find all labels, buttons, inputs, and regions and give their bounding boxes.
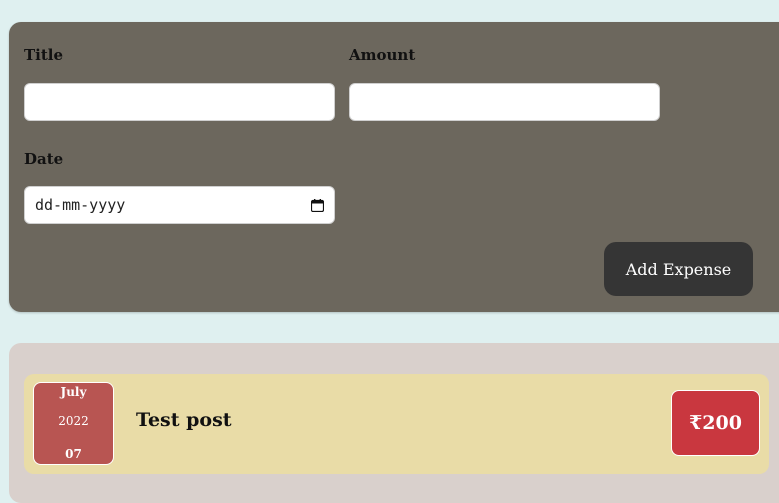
- calendar-icon[interactable]: [311, 198, 324, 212]
- title-input[interactable]: [24, 83, 335, 121]
- date-input[interactable]: dd-mm-yyyy: [24, 186, 335, 224]
- expenses-list: July 2022 07 Test post ₹200: [9, 343, 779, 503]
- expense-amount-badge: ₹200: [671, 390, 760, 456]
- expense-date-day: 07: [65, 447, 82, 461]
- add-expense-button[interactable]: Add Expense: [604, 242, 753, 296]
- expense-title: Test post: [136, 409, 232, 431]
- expense-date-year: 2022: [58, 414, 89, 428]
- amount-label: Amount: [349, 46, 416, 64]
- expense-date: July 2022 07: [33, 382, 114, 465]
- title-label: Title: [24, 46, 64, 64]
- expense-item[interactable]: July 2022 07 Test post ₹200: [24, 374, 769, 474]
- date-label: Date: [24, 150, 64, 168]
- amount-input[interactable]: [349, 83, 660, 121]
- new-expense-form: Title Amount Date dd-mm-yyyy Add Expense: [9, 22, 779, 312]
- date-placeholder: dd-mm-yyyy: [35, 196, 126, 214]
- expense-date-month: July: [60, 385, 87, 399]
